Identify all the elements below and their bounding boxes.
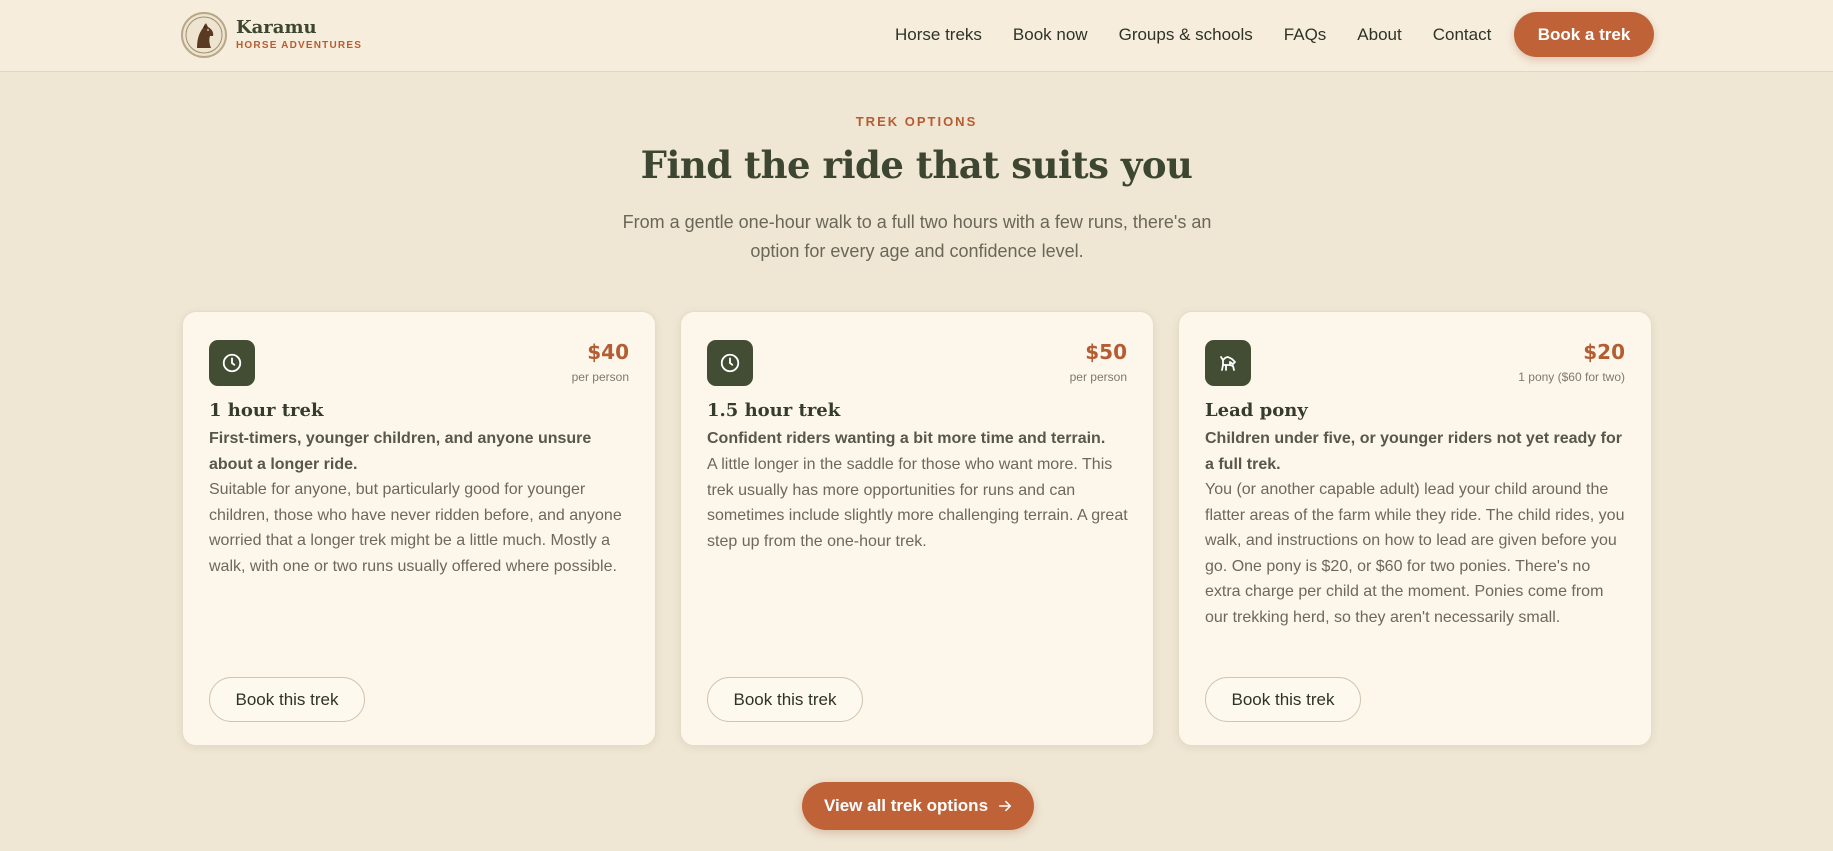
- nav-link-groups-schools[interactable]: Groups & schools: [1119, 25, 1253, 45]
- main-nav: Horse treks Book now Groups & schools FA…: [895, 0, 1522, 70]
- nav-link-faqs[interactable]: FAQs: [1284, 25, 1327, 45]
- brand-tagline: HORSE ADVENTURES: [236, 40, 363, 51]
- trek-card-lead-pony: $20 1 pony ($60 for two) Lead pony Child…: [1178, 311, 1652, 746]
- card-audience: First-timers, younger children, and anyo…: [209, 430, 592, 473]
- section-subtitle: From a gentle one-hour walk to a full tw…: [622, 212, 1212, 261]
- book-a-trek-button[interactable]: Book a trek: [1514, 12, 1654, 57]
- card-title: 1 hour trek: [209, 400, 324, 421]
- nav-link-book-now[interactable]: Book now: [1013, 25, 1088, 45]
- arrow-right-icon: [998, 799, 1012, 813]
- card-audience: Confident riders wanting a bit more time…: [707, 430, 1106, 447]
- view-all-label: View all trek options: [823, 796, 989, 815]
- trek-card-1-5-hour: $50 per person 1.5 hour trek Confident r…: [680, 311, 1154, 746]
- brand[interactable]: Karamu HORSE ADVENTURES: [181, 12, 362, 58]
- nav-link-contact[interactable]: Contact: [1433, 25, 1492, 45]
- clock-icon: [707, 340, 753, 386]
- pony-icon: [1205, 340, 1251, 386]
- brand-text: Karamu HORSE ADVENTURES: [236, 19, 362, 51]
- card-audience: Children under five, or younger riders n…: [1205, 430, 1622, 473]
- view-all-trek-options-button[interactable]: View all trek options: [802, 782, 1034, 830]
- card-description: A little longer in the saddle for those …: [707, 456, 1128, 550]
- card-price: $40: [587, 340, 629, 364]
- card-title: Lead pony: [1205, 400, 1308, 421]
- card-price: $50: [1085, 340, 1127, 364]
- nav-link-horse-treks[interactable]: Horse treks: [895, 25, 982, 45]
- book-this-trek-button[interactable]: Book this trek: [1205, 677, 1361, 722]
- card-price: $20: [1583, 340, 1625, 364]
- card-price-unit: per person: [571, 370, 629, 384]
- horse-logo-icon: [181, 12, 227, 58]
- trek-card-1-hour: $40 per person 1 hour trek First-timers,…: [182, 311, 656, 746]
- book-this-trek-button[interactable]: Book this trek: [209, 677, 365, 722]
- book-this-trek-button[interactable]: Book this trek: [707, 677, 863, 722]
- card-description: Suitable for anyone, but particularly go…: [209, 481, 622, 575]
- card-title: 1.5 hour trek: [707, 400, 841, 421]
- nav-link-about[interactable]: About: [1357, 25, 1401, 45]
- card-price-unit: per person: [1069, 370, 1127, 384]
- site-header: Karamu HORSE ADVENTURES Horse treks Book…: [0, 0, 1833, 72]
- brand-name: Karamu: [236, 17, 317, 38]
- clock-icon: [209, 340, 255, 386]
- section-title: Find the ride that suits you: [640, 143, 1193, 187]
- card-description: You (or another capable adult) lead your…: [1205, 481, 1625, 626]
- section-eyebrow: TREK OPTIONS: [855, 114, 978, 129]
- card-price-unit: 1 pony ($60 for two): [1518, 370, 1625, 384]
